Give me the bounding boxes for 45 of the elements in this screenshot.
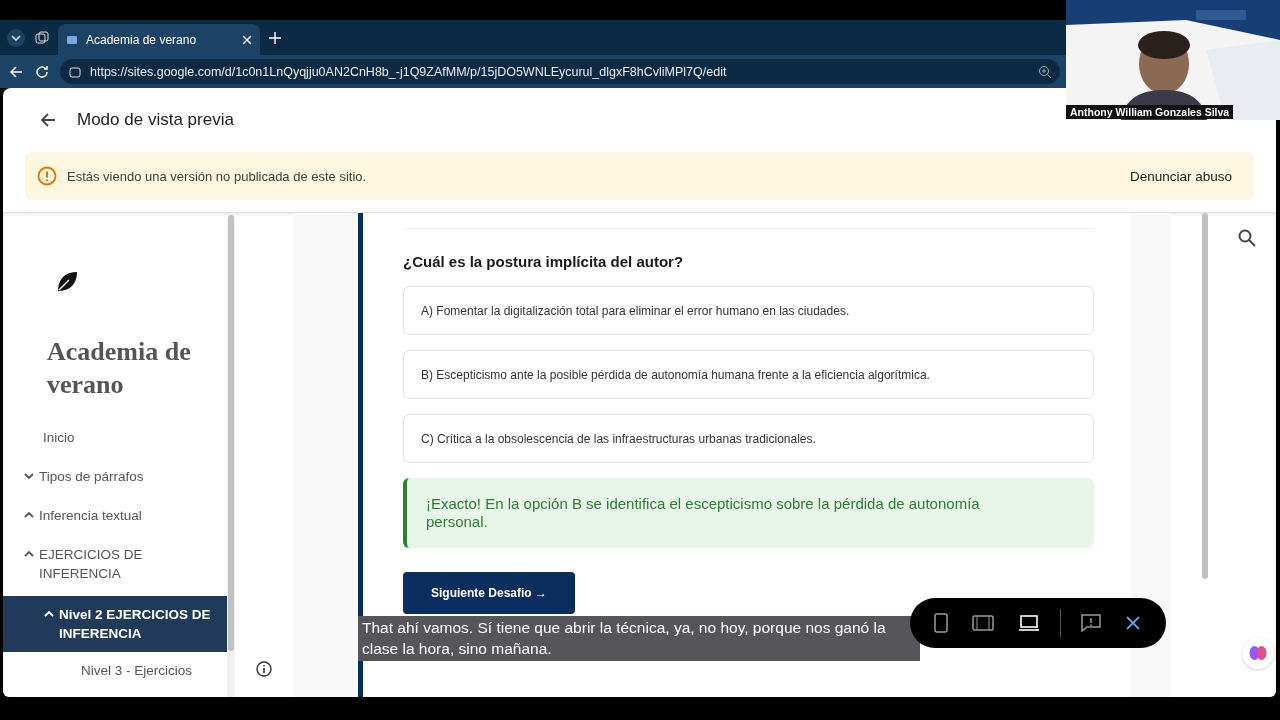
leaf-icon <box>55 269 79 293</box>
info-icon[interactable] <box>256 661 272 677</box>
reload-icon[interactable] <box>34 63 50 80</box>
tab-title: Academia de verano <box>86 32 198 47</box>
url-text: https://sites.google.com/d/1c0n1LnQyqjju0AN2CnH8b_-j1Q9ZAfMM/p/15jDO5WNLEycurul_dlgxF8hCvliMPl7Q/edit <box>90 64 728 79</box>
address-bar[interactable]: https://sites.google.com/d/1c0n1LnQyqjju0AN2CnH8b_-j1Q9ZAfMM/p/15jDO5WNLEycurul_dlgxF8hCvliMPl7Q/edit <box>60 59 1060 84</box>
answer-option[interactable]: B) Escepticismo ante la posible pérdida de autonomía humana frente a la eficiencia algorítmica. <box>403 350 1094 399</box>
page-icon <box>66 33 78 46</box>
answer-option[interactable]: C) Crítica a la obsolescencia de las infraestructuras urbanas tradicionales. <box>403 414 1094 463</box>
laptop-icon <box>1018 614 1040 632</box>
sidebar-item[interactable]: Inicio <box>3 421 227 454</box>
caption-text: That ahí vamos. Sí tiene que abrir la técnica, ya, no hoy, porque nos ganó la clase la hora, sino mañana. <box>358 616 920 661</box>
answer-option[interactable]: A) Fomentar la digitalización total para eliminar el error humano en las ciudades. <box>403 286 1094 335</box>
tablet-icon <box>972 615 994 631</box>
back-arrow-icon[interactable] <box>8 63 24 80</box>
phone-icon <box>934 613 948 633</box>
brain-icon <box>1249 645 1267 661</box>
sidebar-item[interactable]: Nivel 3 - Ejercicios <box>3 654 227 687</box>
scrollbar-thumb[interactable] <box>228 215 234 651</box>
site-info-icon[interactable] <box>68 64 82 79</box>
workspaces-icon[interactable] <box>34 29 50 46</box>
chevron-icon[interactable] <box>23 470 35 482</box>
report-abuse-button[interactable]: Denunciar abuso <box>1129 164 1232 188</box>
feedback-icon <box>1081 614 1101 632</box>
browser-tab[interactable]: Academia de verano <box>58 24 260 55</box>
sidebar-item[interactable]: Tipos de párrafos <box>3 460 227 493</box>
participant-name: Anthony William Gonzales Silva <box>1066 105 1234 119</box>
sidebar-item[interactable]: Nivel 2 EJERCICIOS DE INFERENCIA <box>3 596 227 652</box>
info-icon <box>37 166 57 186</box>
search-icon[interactable] <box>1238 229 1256 247</box>
close-icon[interactable] <box>242 34 252 45</box>
caret-icon[interactable] <box>6 27 26 48</box>
scrollbar-thumb[interactable] <box>1202 213 1208 579</box>
preview-title: Modo de vista previa <box>77 110 234 130</box>
next-challenge-button[interactable]: Siguiente Desafio → <box>403 572 576 614</box>
feedback-message: ¡Exacto! En la opción B se identifica el escepticismo sobre la pérdida de autonomía personal. <box>403 478 1094 548</box>
question-text: ¿Cuál es la postura implícita del autor? <box>403 253 685 270</box>
sidebar-item[interactable]: Inferencia textual <box>3 499 227 532</box>
site-title: Academia de verano <box>46 336 192 401</box>
notice-message: Estás viendo una versión no publicada de este sitio. <box>67 168 368 184</box>
plus-icon[interactable] <box>268 30 282 45</box>
close-icon <box>1125 615 1141 631</box>
back-arrow-icon[interactable] <box>39 111 57 129</box>
zoom-icon[interactable] <box>1038 64 1052 79</box>
sidebar-item[interactable]: EJERCICIOS DE INFERENCIA <box>3 538 227 590</box>
